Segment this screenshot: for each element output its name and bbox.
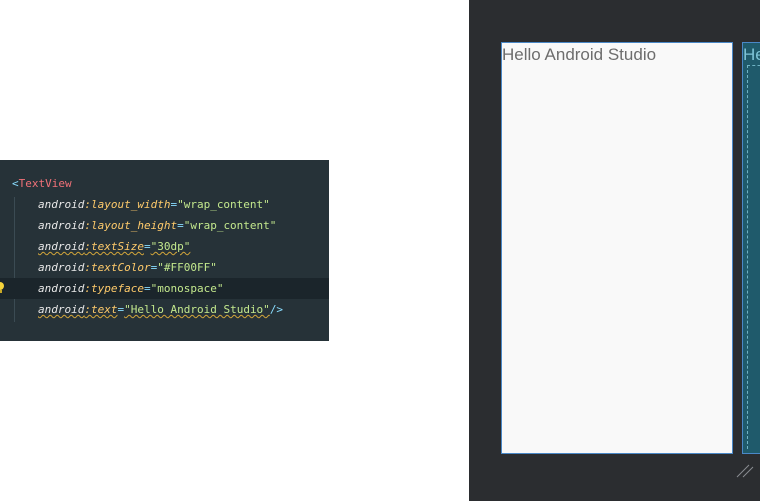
code-token-attr: :text (84, 303, 118, 316)
layout-preview-panel[interactable]: Hello Android Studio He (469, 0, 760, 501)
code-text: <TextView (12, 173, 72, 194)
code-token-attr: :layout_width (84, 198, 171, 211)
blueprint-view[interactable]: He (742, 42, 760, 454)
code-text: android:textColor="#FF00FF" (38, 257, 217, 278)
code-token-attr: :textColor (84, 261, 151, 274)
preview-textview[interactable]: Hello Android Studio (502, 45, 656, 65)
code-text: android:layout_height="wrap_content" (38, 215, 276, 236)
code-token-str: "wrap_content" (183, 219, 277, 232)
design-view[interactable]: Hello Android Studio (501, 42, 733, 454)
code-text: android:layout_width="wrap_content" (38, 194, 270, 215)
code-token-str: "wrap_content" (177, 198, 270, 211)
code-token-punct: = (143, 240, 151, 253)
code-text: android:text="Hello Android Studio"/> (38, 299, 283, 320)
code-token-attr: :textSize (84, 240, 144, 253)
code-token-punct: = (143, 282, 151, 295)
code-token-str: "30dp" (150, 240, 191, 253)
code-token-attr: :layout_height (84, 219, 178, 232)
code-line[interactable]: android:text="Hello Android Studio"/> (0, 299, 329, 320)
blueprint-outline (747, 65, 760, 449)
code-line[interactable]: android:layout_height="wrap_content" (0, 215, 329, 236)
resize-handle-icon[interactable] (735, 459, 755, 479)
code-line[interactable]: android:layout_width="wrap_content" (0, 194, 329, 215)
code-line[interactable]: android:typeface="monospace" (0, 278, 329, 299)
code-token-ns: android (38, 198, 85, 211)
code-token-str: "monospace" (150, 282, 224, 295)
code-token-punct: /> (269, 303, 284, 316)
code-token-ns: android (38, 219, 85, 232)
lightbulb-icon[interactable] (0, 281, 6, 295)
code-text: android:textSize="30dp" (38, 236, 190, 257)
code-token-ns: android (38, 240, 85, 253)
code-token-tag: TextView (18, 177, 72, 190)
code-line[interactable]: android:textSize="30dp" (0, 236, 329, 257)
code-token-punct: < (12, 177, 19, 190)
code-token-str: "#FF00FF" (157, 261, 217, 274)
code-text: android:typeface="monospace" (38, 278, 223, 299)
code-token-ns: android (38, 303, 85, 316)
code-line[interactable]: android:textColor="#FF00FF" (0, 257, 329, 278)
blueprint-textview[interactable]: He (743, 45, 760, 65)
code-token-ns: android (38, 261, 85, 274)
code-token-ns: android (38, 282, 85, 295)
code-editor[interactable]: <TextView android:layout_width="wrap_cont… (0, 160, 329, 341)
code-token-attr: :typeface (84, 282, 144, 295)
code-line[interactable]: <TextView (0, 173, 329, 194)
code-token-punct: = (177, 219, 184, 232)
code-token-str: "Hello Android Studio" (124, 303, 270, 316)
